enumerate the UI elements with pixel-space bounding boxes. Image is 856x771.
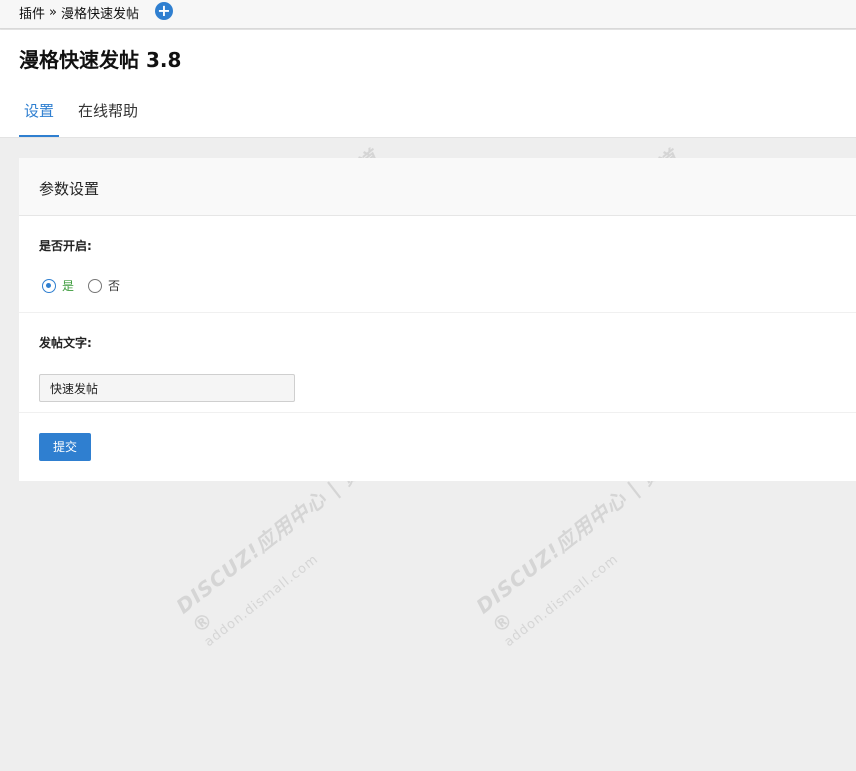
plus-circle-icon[interactable]: + [155, 2, 173, 20]
radio-yes-label[interactable]: 是 [62, 277, 74, 294]
top-bar: 插件 » 漫格快速发帖 + [0, 0, 856, 29]
breadcrumb: 插件 » 漫格快速发帖 [19, 3, 139, 22]
post-text-input[interactable] [39, 374, 295, 402]
page-header: 漫格快速发帖 3.8 设置 在线帮助 [0, 30, 856, 138]
divider [19, 312, 856, 313]
settings-panel: 参数设置 是否开启: 是 否 发帖文字: 提交 [19, 158, 856, 481]
enable-radio-group: 是 否 [42, 277, 120, 294]
tab-settings[interactable]: 设置 [19, 88, 60, 137]
divider [19, 412, 856, 413]
radio-checked-icon[interactable] [42, 278, 56, 293]
tab-bar: 设置 在线帮助 [19, 88, 157, 138]
tab-online-help[interactable]: 在线帮助 [73, 88, 143, 137]
panel-title: 参数设置 [19, 158, 856, 216]
submit-button[interactable]: 提交 [39, 433, 91, 461]
radio-unchecked-icon[interactable] [88, 278, 103, 293]
radio-no-label[interactable]: 否 [108, 277, 120, 294]
page-title: 漫格快速发帖 3.8 [19, 48, 182, 72]
post-text-field-label: 发帖文字: [39, 336, 92, 350]
breadcrumb-root[interactable]: 插件 [19, 3, 45, 22]
enable-field-label: 是否开启: [39, 239, 92, 253]
breadcrumb-current: 漫格快速发帖 [60, 6, 139, 22]
breadcrumb-separator: » [49, 4, 57, 20]
